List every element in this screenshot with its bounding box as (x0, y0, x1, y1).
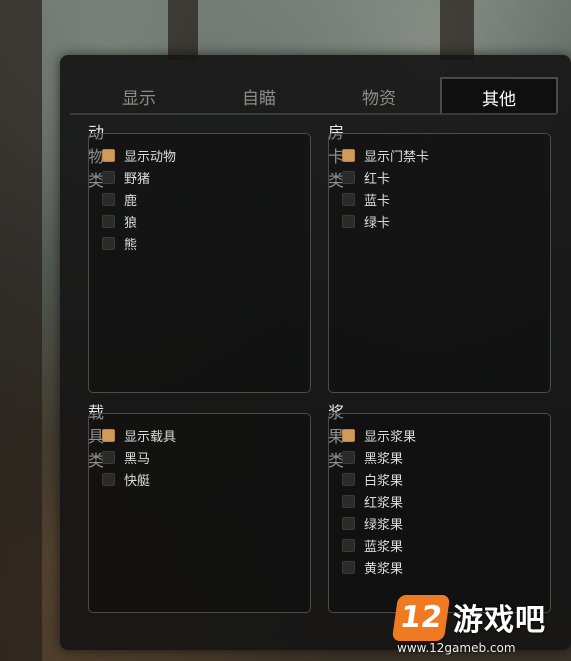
option-blue-card[interactable]: 蓝卡 (342, 189, 390, 209)
option-deer[interactable]: 鹿 (102, 189, 137, 209)
watermark: 12 游戏吧 www.12gameb.com (391, 593, 565, 655)
option-black-horse[interactable]: 黑马 (102, 447, 150, 467)
tree-trunk (440, 0, 474, 60)
option-wolf[interactable]: 狼 (102, 211, 137, 231)
checkbox[interactable] (102, 214, 115, 228)
tab-supplies[interactable]: 物资 (320, 77, 438, 113)
tab-aimbot[interactable]: 自瞄 (200, 77, 318, 113)
checkbox[interactable] (102, 472, 115, 486)
checkbox[interactable] (342, 516, 355, 530)
checkbox[interactable] (102, 170, 115, 184)
checkbox[interactable] (342, 450, 355, 464)
option-label: 红卡 (364, 171, 391, 187)
watermark-text: 游戏吧 (453, 603, 546, 638)
berries-box: 显示浆果 黑浆果 白浆果 红浆果 绿浆果 蓝浆果 黄浆果 (328, 413, 551, 613)
option-show-animals[interactable]: 显示动物 (102, 145, 176, 165)
checkbox[interactable] (102, 192, 115, 206)
option-label: 绿浆果 (364, 517, 404, 533)
option-label: 黑浆果 (364, 451, 404, 467)
option-label: 显示载具 (124, 429, 177, 445)
option-label: 快艇 (124, 473, 151, 489)
checkbox[interactable] (342, 170, 355, 184)
checkbox[interactable] (342, 214, 355, 228)
option-show-keycards[interactable]: 显示门禁卡 (342, 145, 429, 165)
option-label: 黄浆果 (364, 561, 404, 577)
keycards-box: 显示门禁卡 红卡 蓝卡 绿卡 (328, 133, 551, 393)
option-label: 绿卡 (364, 215, 391, 231)
option-white-berry[interactable]: 白浆果 (342, 469, 403, 489)
option-bear[interactable]: 熊 (102, 233, 137, 253)
option-black-berry[interactable]: 黑浆果 (342, 447, 403, 467)
checkbox-checked[interactable] (342, 148, 355, 162)
checkbox-checked[interactable] (102, 148, 115, 162)
option-show-berries[interactable]: 显示浆果 (342, 425, 416, 445)
option-label: 熊 (124, 237, 138, 253)
option-label: 鹿 (124, 193, 138, 209)
checkbox-checked[interactable] (102, 428, 115, 442)
tab-bar: 显示 自瞄 物资 其他 (70, 77, 558, 115)
option-yellow-berry[interactable]: 黄浆果 (342, 557, 403, 577)
option-boar[interactable]: 野猪 (102, 167, 150, 187)
animals-box: 显示动物 野猪 鹿 狼 熊 (88, 133, 311, 393)
watermark-logo: 12 (391, 595, 451, 641)
tree-trunk (0, 0, 42, 661)
checkbox[interactable] (342, 560, 355, 574)
checkbox[interactable] (102, 236, 115, 250)
option-label: 白浆果 (364, 473, 404, 489)
option-green-card[interactable]: 绿卡 (342, 211, 390, 231)
option-blue-berry[interactable]: 蓝浆果 (342, 535, 403, 555)
tab-other[interactable]: 其他 (440, 77, 558, 113)
option-label: 显示浆果 (364, 429, 417, 445)
vehicles-box: 显示载具 黑马 快艇 (88, 413, 311, 613)
tree-trunk (168, 0, 198, 60)
option-label: 野猪 (124, 171, 151, 187)
option-show-vehicles[interactable]: 显示载具 (102, 425, 176, 445)
watermark-url: www.12gameb.com (397, 641, 516, 655)
checkbox-checked[interactable] (342, 428, 355, 442)
option-label: 显示动物 (124, 149, 177, 165)
tab-display[interactable]: 显示 (80, 77, 198, 113)
option-label: 狼 (124, 215, 138, 231)
option-label: 蓝浆果 (364, 539, 404, 555)
option-label: 显示门禁卡 (364, 149, 430, 165)
option-speedboat[interactable]: 快艇 (102, 469, 150, 489)
option-red-card[interactable]: 红卡 (342, 167, 390, 187)
option-label: 蓝卡 (364, 193, 391, 209)
option-green-berry[interactable]: 绿浆果 (342, 513, 403, 533)
option-red-berry[interactable]: 红浆果 (342, 491, 403, 511)
checkbox[interactable] (342, 538, 355, 552)
checkbox[interactable] (342, 192, 355, 206)
option-label: 黑马 (124, 451, 151, 467)
checkbox[interactable] (342, 494, 355, 508)
option-label: 红浆果 (364, 495, 404, 511)
checkbox[interactable] (102, 450, 115, 464)
checkbox[interactable] (342, 472, 355, 486)
